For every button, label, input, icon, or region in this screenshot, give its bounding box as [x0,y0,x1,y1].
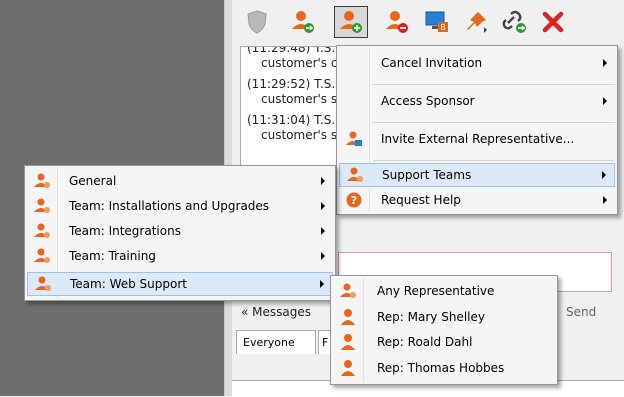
remove-representative-icon [386,11,408,33]
menu-item-support-teams[interactable]: Support Teams [339,163,615,187]
team-icon [346,166,364,184]
menu-item-label: Support Teams [382,168,472,182]
screen-share-icon: B [425,11,448,32]
remove-representative-button[interactable] [382,6,412,38]
help-icon: ? [345,191,363,209]
menu-item-label: Team: Training [69,249,156,263]
shield-icon [247,10,267,34]
pin-icon [467,12,487,33]
close-session-icon [542,11,564,33]
transfer-session-icon [292,11,314,33]
submenu-arrow-icon [603,59,607,67]
external-rep-icon [345,130,363,148]
log-entry: (11:29:52) T.S. customer's sy [247,77,345,106]
menu-item-label: Rep: Roald Dahl [377,335,473,349]
submenu-arrow-icon [321,177,325,185]
team-icon [33,222,51,240]
menu-item-label: Any Representative [377,284,495,298]
menu-item-label: Team: Integrations [69,224,181,238]
team-icon [339,282,357,300]
invite-representative-icon [340,11,362,33]
pin-button[interactable] [462,6,492,38]
menu-item-label: Team: Web Support [70,277,187,291]
menu-item-label: Cancel Invitation [381,56,483,70]
invite-representative-button[interactable] [334,6,368,38]
close-session-button[interactable] [538,6,568,38]
representative-icon [339,333,357,351]
representative-icon [339,359,357,377]
menu-item-label: Access Sponsor [381,94,475,108]
team-item-web-support[interactable]: Team: Web Support [27,272,333,296]
link-icon [502,10,526,33]
svg-text:?: ? [351,194,357,207]
shield-button[interactable] [242,6,272,38]
menu-item-invite-external-representative[interactable]: Invite External Representative... [339,126,615,152]
support-teams-submenu: General Team: Installations and Upgrades… [24,165,336,301]
submenu-arrow-icon [321,202,325,210]
log-entry: (11:31:04) T.S. customer's sy [247,113,345,142]
svg-text:B: B [440,23,446,32]
submenu-arrow-icon [603,97,607,105]
session-toolbar: B [232,0,624,44]
menu-item-cancel-invitation[interactable]: Cancel Invitation [339,50,615,76]
menu-item-label: Request Help [381,193,461,207]
menu-item-label: Rep: Thomas Hobbes [377,361,505,375]
team-icon [33,172,51,190]
web-support-reps-submenu: Any Representative Rep: Mary Shelley Rep… [330,275,558,385]
team-item-general[interactable]: General [27,169,333,193]
rep-item-thomas-hobbes[interactable]: Rep: Thomas Hobbes [333,356,555,380]
rep-item-any[interactable]: Any Representative [333,279,555,303]
rep-item-mary-shelley[interactable]: Rep: Mary Shelley [333,305,555,329]
menu-separator [373,84,615,85]
team-icon [33,247,51,265]
menu-item-label: Team: Installations and Upgrades [69,199,270,213]
team-item-integrations[interactable]: Team: Integrations [27,219,333,243]
team-item-training[interactable]: Team: Training [27,244,333,268]
log-entry: (11:29:48) T.S. customer's co [247,46,345,70]
menu-item-label: Rep: Mary Shelley [377,310,485,324]
team-icon [33,197,51,215]
submenu-arrow-icon [603,196,607,204]
send-button[interactable]: Send [566,305,596,319]
submenu-arrow-icon [602,171,606,179]
team-icon [34,275,52,293]
menu-separator [373,122,615,123]
invite-menu: Cancel Invitation Access Sponsor Invite … [336,45,618,215]
submenu-arrow-icon [320,280,324,288]
representative-icon [339,308,357,326]
messages-link[interactable]: « Messages [241,305,311,319]
submenu-arrow-icon [321,227,325,235]
submenu-arrow-icon [321,252,325,260]
rep-item-roald-dahl[interactable]: Rep: Roald Dahl [333,330,555,354]
screen-share-button[interactable]: B [422,6,452,38]
tab-everyone[interactable]: Everyone [236,330,316,354]
menu-item-access-sponsor[interactable]: Access Sponsor [339,88,615,114]
team-item-installations[interactable]: Team: Installations and Upgrades [27,194,333,218]
menu-item-request-help[interactable]: ? Request Help [339,188,615,212]
menu-item-label: Invite External Representative... [381,132,575,146]
menu-item-label: General [69,174,117,188]
link-button[interactable] [500,6,530,38]
menu-separator [373,160,615,161]
transfer-session-button[interactable] [288,6,318,38]
